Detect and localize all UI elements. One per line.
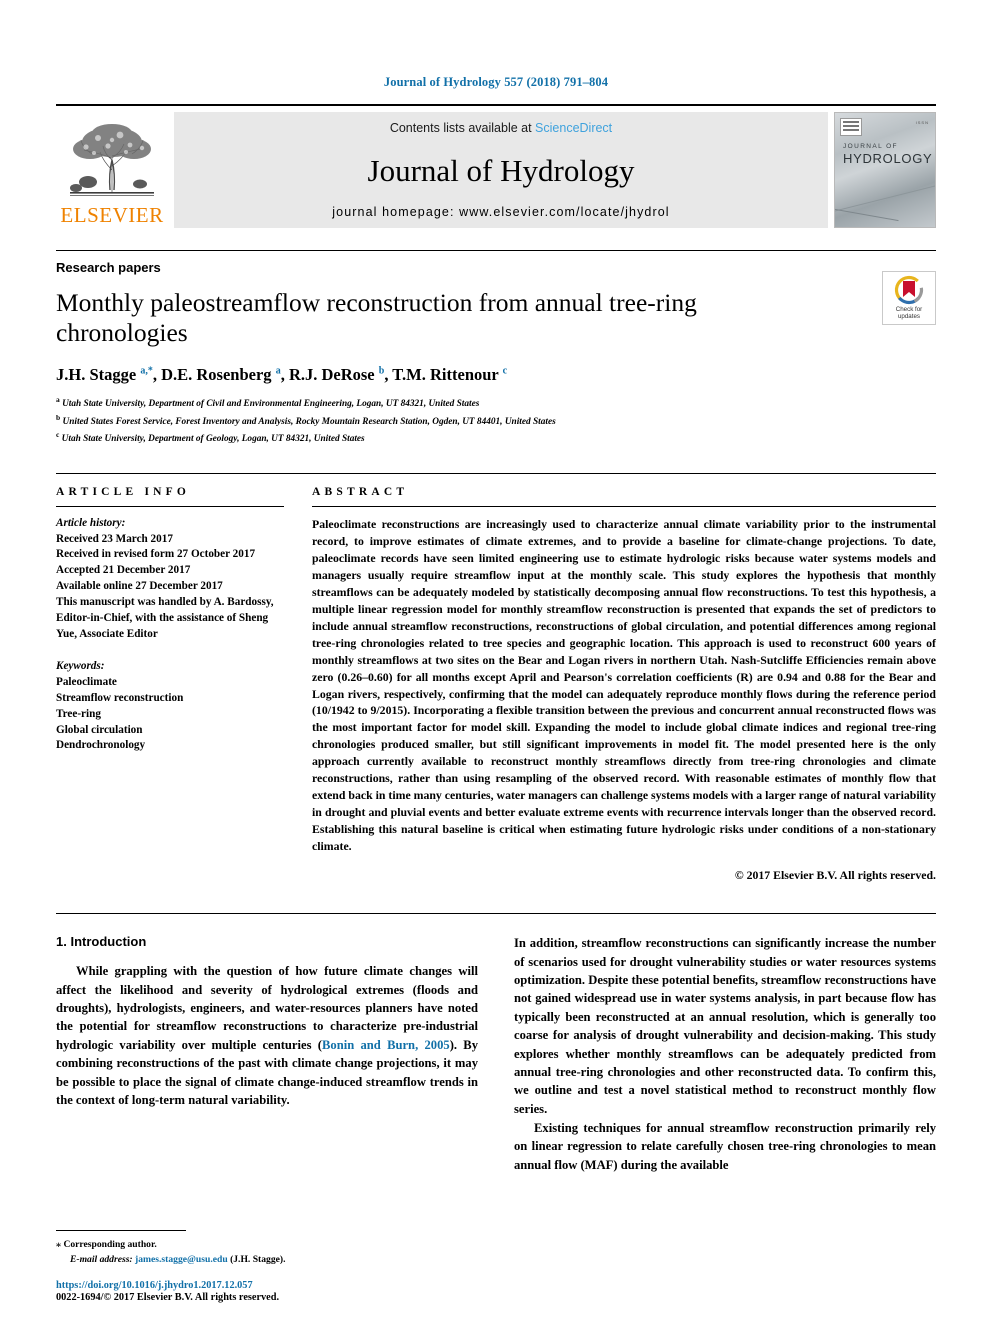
footnote-area: ⁎ Corresponding author. E-mail address: …: [56, 1230, 460, 1303]
keyword-item: Dendrochronology: [56, 739, 146, 752]
keyword-item: Tree-ring: [56, 707, 101, 720]
affiliation-marker: a: [56, 395, 60, 405]
journal-masthead: ELSEVIER Contents lists available at Sci…: [56, 104, 936, 228]
journal-title: Journal of Hydrology: [367, 152, 635, 188]
affiliation-text: Utah State University, Department of Civ…: [62, 399, 480, 410]
keywords-label: Keywords:: [56, 659, 105, 672]
abstract-heading: ABSTRACT: [312, 485, 409, 498]
affiliation-item: b United States Forest Service, Forest I…: [56, 412, 936, 430]
corresponding-author-note: ⁎ Corresponding author.: [56, 1238, 460, 1252]
doi-link[interactable]: https://doi.org/10.1016/j.jhydro1.2017.1…: [56, 1280, 460, 1291]
affiliation-marker: c: [56, 430, 60, 440]
section-title-introduction: 1. Introduction: [56, 934, 147, 950]
article-header: Research papers Monthly paleostreamflow …: [56, 250, 936, 447]
issn-copyright-line: 0022-1694/© 2017 Elsevier B.V. All right…: [56, 1292, 280, 1303]
paragraph: While grappling with the question of how…: [56, 962, 478, 1109]
keyword-item: Streamflow reconstruction: [56, 691, 184, 704]
article-info-heading: ARTICLE INFO: [56, 485, 191, 498]
keywords-block: Keywords: Paleoclimate Streamflow recons…: [56, 659, 284, 754]
cover-publisher-badge: [840, 118, 862, 136]
crossmark-label: Check for updates: [896, 306, 922, 321]
paper-page: Journal of Hydrology 557 (2018) 791–804: [0, 0, 992, 1323]
contents-prefix: Contents lists available at: [389, 121, 536, 135]
cover-title-line1: JOURNAL OF: [843, 143, 898, 150]
abstract-column: ABSTRACT Paleoclimate reconstructions ar…: [312, 486, 936, 884]
keyword-item: Global circulation: [56, 723, 143, 736]
keyword-item: Paleoclimate: [56, 675, 117, 688]
affiliation-marker: b: [56, 412, 61, 422]
elsevier-logo: ELSEVIER: [56, 112, 168, 228]
article-history-label: Article history:: [56, 516, 126, 529]
history-item: Available online 27 December 2017: [56, 580, 223, 593]
body-left-column: 1. Introduction While grappling with the…: [56, 934, 478, 1175]
elsevier-tree-icon: [70, 124, 154, 196]
citation-link[interactable]: Bonin and Burn, 2005: [322, 1038, 450, 1052]
paragraph: Existing techniques for annual streamflo…: [514, 1121, 936, 1172]
cover-decoration-2: [835, 207, 899, 222]
cover-issn-code: ISSN: [915, 120, 929, 125]
crossmark-label-line2: updates: [897, 313, 920, 321]
paragraph: In addition, streamflow reconstructions …: [514, 936, 936, 1116]
article-history-block: Article history: Received 23 March 2017 …: [56, 516, 284, 643]
email-note: E-mail address: james.stagge@usu.edu (J.…: [56, 1253, 460, 1267]
masthead-center-panel: Contents lists available at ScienceDirec…: [174, 112, 828, 228]
affiliation-list: a Utah State University, Department of C…: [56, 394, 936, 447]
affiliation-item: c Utah State University, Department of G…: [56, 429, 936, 447]
footnote-rule: [56, 1230, 186, 1232]
crossmark-icon: [894, 275, 924, 305]
abstract-copyright: © 2017 Elsevier B.V. All rights reserved…: [734, 868, 936, 883]
corresponding-author-marker: ⁎: [56, 1239, 62, 1251]
article-type-kicker: Research papers: [56, 260, 161, 275]
affiliation-item: a Utah State University, Department of C…: [56, 394, 936, 412]
email-link[interactable]: james.stagge@usu.edu: [135, 1254, 228, 1265]
abstract-text: Paleoclimate reconstructions are increas…: [312, 516, 936, 854]
running-head: Journal of Hydrology 557 (2018) 791–804: [383, 75, 609, 89]
affiliation-text: United States Forest Service, Forest Inv…: [62, 416, 556, 427]
body-columns: 1. Introduction While grappling with the…: [56, 913, 936, 1175]
article-info-column: ARTICLE INFO Article history: Received 2…: [56, 486, 284, 884]
abstract-rule: [312, 505, 936, 507]
sciencedirect-link[interactable]: ScienceDirect: [535, 121, 612, 135]
history-item: Received 23 March 2017: [56, 532, 173, 545]
history-item: This manuscript was handled by A. Bardos…: [56, 596, 274, 640]
journal-cover-thumbnail: ISSN JOURNAL OF HYDROLOGY: [834, 112, 936, 228]
history-item: Received in revised form 27 October 2017: [56, 548, 256, 561]
author-list: J.H. Stagge a,*, D.E. Rosenberg a, R.J. …: [56, 365, 508, 385]
contents-available-line: Contents lists available at ScienceDirec…: [390, 121, 612, 135]
info-abstract-section: ARTICLE INFO Article history: Received 2…: [56, 472, 936, 884]
journal-homepage-link[interactable]: journal homepage: www.elsevier.com/locat…: [332, 205, 669, 219]
cover-title-line2: HYDROLOGY: [843, 151, 933, 166]
email-label: E-mail address:: [70, 1253, 133, 1265]
email-suffix: (J.H. Stagge).: [230, 1253, 286, 1265]
cover-decoration: [835, 183, 935, 214]
corresponding-author-text: Corresponding author.: [63, 1239, 157, 1251]
crossmark-badge[interactable]: Check for updates: [882, 271, 936, 325]
page-title: Monthly paleostreamflow reconstruction f…: [56, 288, 697, 348]
affiliation-text: Utah State University, Department of Geo…: [61, 434, 365, 445]
history-item: Accepted 21 December 2017: [56, 564, 191, 577]
article-info-rule: [56, 505, 284, 507]
elsevier-wordmark: ELSEVIER: [60, 203, 164, 227]
body-right-column: In addition, streamflow reconstructions …: [514, 934, 936, 1175]
crossmark-label-line1: Check for: [895, 306, 923, 313]
